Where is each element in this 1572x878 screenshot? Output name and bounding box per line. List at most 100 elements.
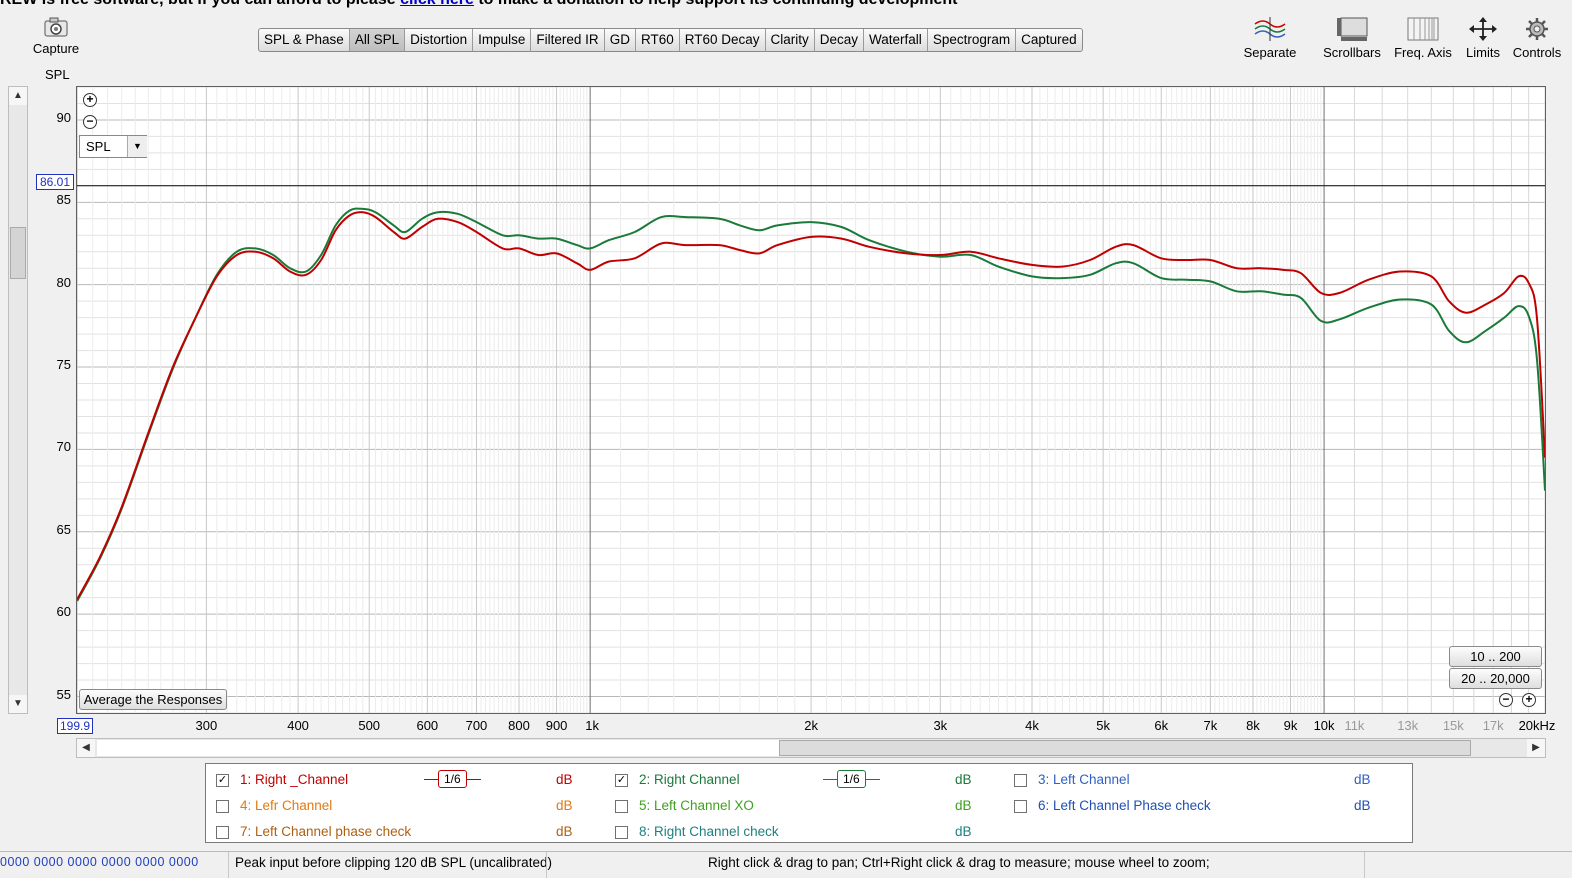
vertical-scrollbar[interactable]: ▲ ▼	[8, 86, 28, 714]
scroll-right-arrow-icon[interactable]: ▶	[1527, 739, 1545, 757]
x-tick-label: 9k	[1283, 718, 1298, 733]
scroll-up-arrow-icon[interactable]: ▲	[9, 87, 27, 105]
y-tick-label: 70	[56, 439, 71, 455]
measurement-checkbox[interactable]	[615, 800, 628, 813]
measurement-label[interactable]: 7: Left Channel phase check	[240, 824, 411, 839]
hint-text: Right click & drag to pan; Ctrl+Right cl…	[708, 855, 1210, 870]
measurement-label[interactable]: 8: Right Channel check	[639, 824, 779, 839]
x-tick-label: 400	[287, 718, 309, 733]
donation-banner: REW is free software, but if you can aff…	[0, 0, 1572, 9]
measurement-unit: dB	[1354, 772, 1371, 787]
x-zoom-out-icon[interactable]: −	[1499, 693, 1513, 707]
x-tick-label: 300	[195, 718, 218, 733]
scrollbars-icon	[1337, 17, 1368, 41]
measurement-unit: dB	[1354, 798, 1371, 813]
measurement-label[interactable]: 5: Left Channel XO	[639, 798, 754, 813]
measurement-checkbox[interactable]: ✓	[216, 774, 229, 787]
tab-rt60-decay[interactable]: RT60 Decay	[680, 29, 766, 51]
measurement-checkbox[interactable]	[1014, 800, 1027, 813]
measurement-label[interactable]: 6: Left Channel Phase check	[1038, 798, 1211, 813]
x-tick-label: 10k	[1313, 718, 1335, 733]
scroll-left-arrow-icon[interactable]: ◀	[77, 739, 95, 757]
measurement-unit: dB	[955, 824, 972, 839]
tab-spl-phase[interactable]: SPL & Phase	[259, 29, 350, 51]
x-tick-label: 900	[545, 718, 568, 733]
y-tick-label: 55	[56, 686, 71, 702]
tab-decay[interactable]: Decay	[815, 29, 865, 51]
measurement-checkbox[interactable]	[1014, 774, 1027, 787]
tab-distortion[interactable]: Distortion	[405, 29, 474, 51]
chevron-down-icon[interactable]: ▼	[127, 136, 147, 157]
graph-tabs: SPL & Phase All SPL Distortion Impulse Filte…	[258, 28, 1083, 52]
tab-clarity[interactable]: Clarity	[766, 29, 815, 51]
donation-link[interactable]: click here	[400, 0, 474, 8]
measurement-label[interactable]: 2: Right Channel	[639, 772, 740, 787]
range-10-200-button[interactable]: 10 .. 200	[1449, 646, 1542, 667]
range-20-20000-button[interactable]: 20 .. 20,000	[1449, 668, 1542, 689]
measurement-checkbox[interactable]	[615, 826, 628, 839]
limits-arrows-icon	[1469, 17, 1497, 41]
gear-icon	[1526, 18, 1548, 40]
capture-label: Capture	[32, 41, 80, 56]
tab-captured[interactable]: Captured	[1016, 29, 1082, 51]
y-tick-label: 85	[56, 192, 71, 208]
tab-spectrogram[interactable]: Spectrogram	[928, 29, 1017, 51]
measurement-label[interactable]: 1: Right _Channel	[240, 772, 348, 787]
limits-button[interactable]: Limits	[1462, 16, 1504, 60]
x-zoom-in-icon[interactable]: +	[1522, 693, 1536, 707]
horizontal-scrollbar[interactable]: ◀ ▶	[76, 738, 1546, 758]
cursor-value-box: 86.01	[36, 174, 74, 190]
status-bar: 0000 0000 0000 0000 0000 0000 Peak input…	[0, 851, 1572, 878]
y-tick-label: 60	[56, 604, 71, 620]
freq-axis-icon	[1407, 17, 1439, 41]
y-tick-label: 80	[56, 274, 71, 290]
measurement-label[interactable]: 3: Left Channel	[1038, 772, 1130, 787]
scrollbars-label: Scrollbars	[1323, 45, 1381, 60]
x-tick-label: 4k	[1025, 718, 1039, 733]
x-tick-label: 13k	[1397, 718, 1419, 733]
spl-axis-title: SPL	[45, 67, 70, 82]
tab-gd[interactable]: GD	[605, 29, 636, 51]
scroll-track	[97, 740, 779, 756]
freq-axis-label: Freq. Axis	[1394, 45, 1452, 60]
zoom-out-icon[interactable]: −	[83, 115, 97, 129]
x-start-box: 199.9	[57, 718, 93, 734]
controls-button[interactable]: Controls	[1510, 16, 1564, 60]
measurement-checkbox[interactable]	[216, 800, 229, 813]
banner-text-end: to make a donation to help support its c…	[474, 0, 957, 8]
zoom-in-icon[interactable]: +	[83, 93, 97, 107]
vertical-scroll-thumb[interactable]	[10, 227, 26, 279]
horizontal-scroll-thumb[interactable]	[779, 740, 1471, 756]
y-tick-label: 65	[56, 521, 71, 537]
spl-selector[interactable]: SPL ▼	[79, 135, 147, 158]
x-tick-label: 700	[465, 718, 488, 733]
measurement-checkbox[interactable]: ✓	[615, 774, 628, 787]
measurement-checkbox[interactable]	[216, 826, 229, 839]
freq-axis-button[interactable]: Freq. Axis	[1392, 16, 1454, 60]
measurement-unit: dB	[556, 772, 573, 787]
smoothing-value: 1/6	[438, 770, 467, 788]
y-tick-label: 90	[56, 109, 71, 125]
x-tick-label: 500	[358, 718, 381, 733]
tab-filtered-ir[interactable]: Filtered IR	[531, 29, 605, 51]
controls-label: Controls	[1512, 45, 1562, 60]
scrollbars-button[interactable]: Scrollbars	[1320, 16, 1384, 60]
separate-button[interactable]: Separate	[1240, 16, 1300, 60]
limits-label: Limits	[1466, 45, 1500, 60]
separate-icon	[1254, 17, 1286, 41]
smoothing-badge[interactable]: 1/6	[424, 770, 481, 788]
tab-impulse[interactable]: Impulse	[473, 29, 532, 51]
scroll-down-arrow-icon[interactable]: ▼	[9, 695, 27, 713]
tab-rt60[interactable]: RT60	[636, 29, 680, 51]
tab-all-spl[interactable]: All SPL	[349, 29, 406, 51]
tab-waterfall[interactable]: Waterfall	[864, 29, 928, 51]
spl-selector-value: SPL	[86, 139, 111, 154]
spl-graph[interactable]: + − SPL ▼ Average the Responses 10 .. 20…	[76, 86, 1546, 714]
x-tick-label: 2k	[804, 718, 818, 733]
smoothing-badge[interactable]: 1/6	[823, 770, 880, 788]
average-responses-button[interactable]: Average the Responses	[79, 689, 227, 710]
x-tick-label: 1k	[585, 718, 600, 733]
measurement-label[interactable]: 4: Lefr Channel	[240, 798, 332, 813]
capture-button[interactable]: Capture	[30, 16, 82, 56]
y-tick-label: 75	[56, 357, 71, 373]
